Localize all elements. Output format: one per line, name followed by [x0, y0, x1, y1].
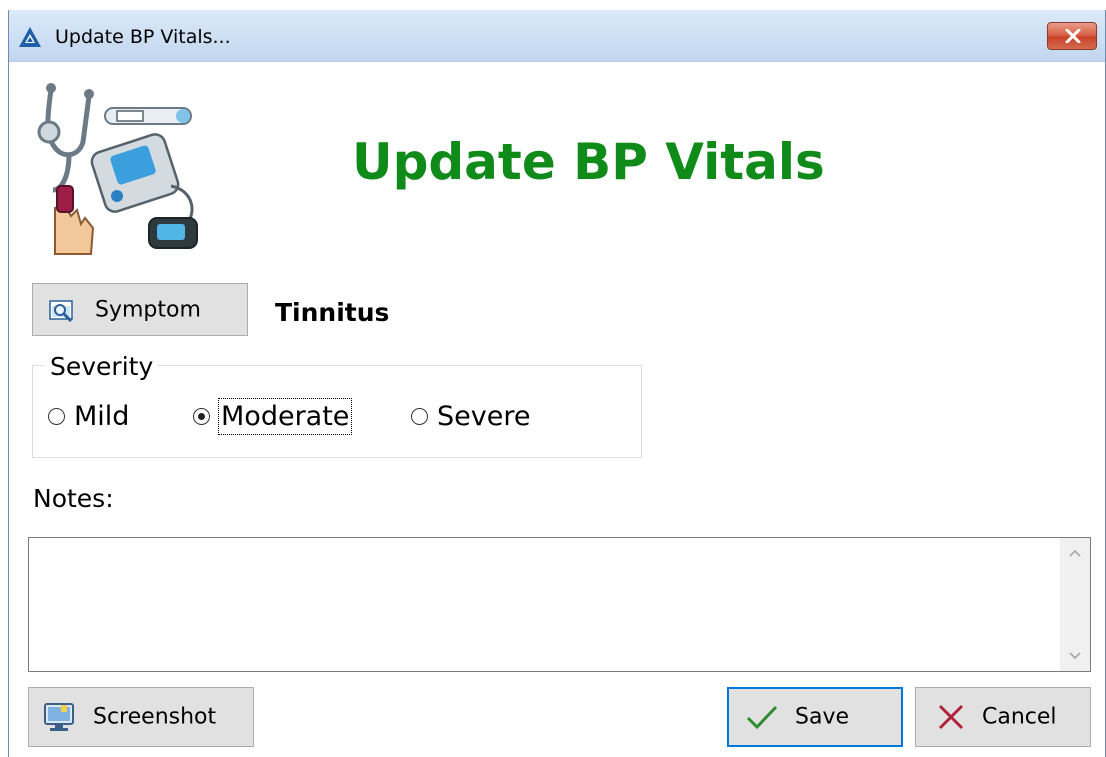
symptom-value: Tinnitus: [275, 298, 390, 327]
scroll-down-button[interactable]: [1060, 641, 1089, 671]
screenshot-button[interactable]: Screenshot: [28, 687, 254, 747]
screenshot-button-label: Screenshot: [93, 704, 217, 730]
scroll-up-button[interactable]: [1060, 538, 1089, 568]
chevron-down-icon: [1069, 652, 1081, 660]
radio-selected-dot: [198, 413, 205, 420]
radio-circle: [411, 408, 428, 425]
save-button-label: Save: [795, 704, 850, 730]
close-button[interactable]: [1047, 22, 1097, 50]
severity-mild-label: Mild: [74, 401, 130, 432]
chevron-up-icon: [1069, 549, 1081, 557]
radio-circle: [48, 408, 65, 425]
notes-scrollbar[interactable]: [1060, 538, 1090, 671]
severity-legend: Severity: [45, 352, 159, 381]
save-button[interactable]: Save: [727, 687, 903, 747]
close-icon: [1065, 29, 1081, 43]
radio-circle: [193, 408, 210, 425]
severity-severe-label: Severe: [437, 401, 531, 432]
window-title: Update BP Vitals...: [55, 26, 231, 48]
medical-devices-icon: [37, 83, 198, 255]
cancel-button[interactable]: Cancel: [915, 687, 1091, 747]
check-icon: [746, 705, 778, 730]
cancel-button-label: Cancel: [982, 704, 1057, 730]
symptom-button-label: Symptom: [95, 297, 201, 322]
notes-textarea[interactable]: [28, 537, 1091, 672]
severity-moderate-label: Moderate: [217, 398, 353, 435]
monitor-icon: [44, 703, 74, 731]
notes-label: Notes:: [33, 484, 114, 513]
app-logo-icon: [19, 27, 41, 47]
page-title: Update BP Vitals: [352, 133, 825, 191]
x-icon: [938, 704, 964, 730]
symptom-button[interactable]: Symptom: [32, 283, 248, 336]
symptom-search-icon: [49, 299, 73, 322]
title-bar: Update BP Vitals...: [9, 10, 1105, 62]
